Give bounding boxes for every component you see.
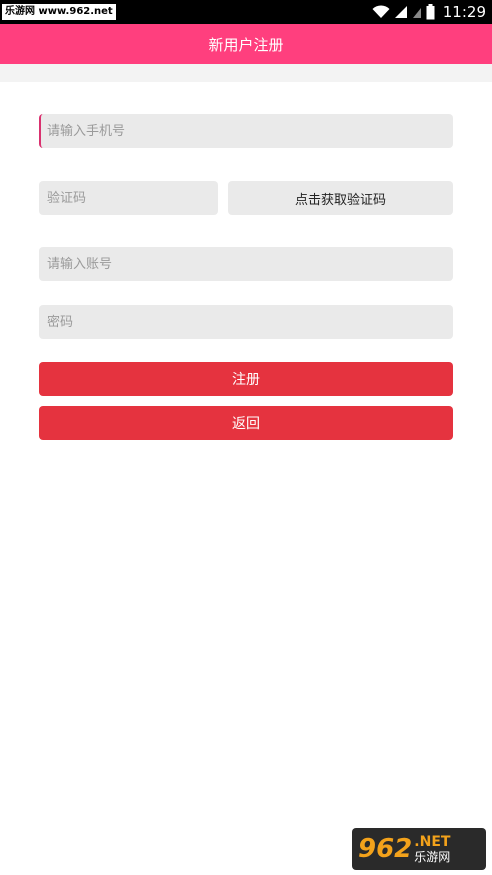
watermark-number: 962	[358, 834, 413, 864]
brand-watermark: 962 .NET 乐游网	[352, 828, 486, 870]
verification-code-input[interactable]	[39, 181, 218, 215]
site-watermark: 乐游网 www.962.net	[2, 4, 116, 20]
get-code-button[interactable]: 点击获取验证码	[228, 181, 453, 215]
signal-icon	[394, 5, 408, 19]
watermark-name: 乐游网	[414, 850, 451, 864]
status-bar: 乐游网 www.962.net 11:29	[0, 0, 492, 24]
back-button[interactable]: 返回	[39, 406, 453, 440]
app-bar: 新用户注册	[0, 24, 492, 64]
wifi-icon	[372, 5, 390, 19]
header-divider	[0, 64, 492, 82]
watermark-text: .NET 乐游网	[414, 835, 450, 863]
status-icons: 11:29	[372, 0, 486, 24]
signal-icon-secondary	[412, 5, 422, 19]
watermark-net: .NET	[414, 834, 451, 850]
register-button[interactable]: 注册	[39, 362, 453, 396]
clock: 11:29	[442, 3, 486, 21]
account-input[interactable]	[39, 247, 453, 281]
page-title: 新用户注册	[208, 35, 284, 54]
battery-icon	[426, 4, 435, 20]
password-input[interactable]	[39, 305, 453, 339]
phone-input[interactable]	[39, 114, 453, 148]
